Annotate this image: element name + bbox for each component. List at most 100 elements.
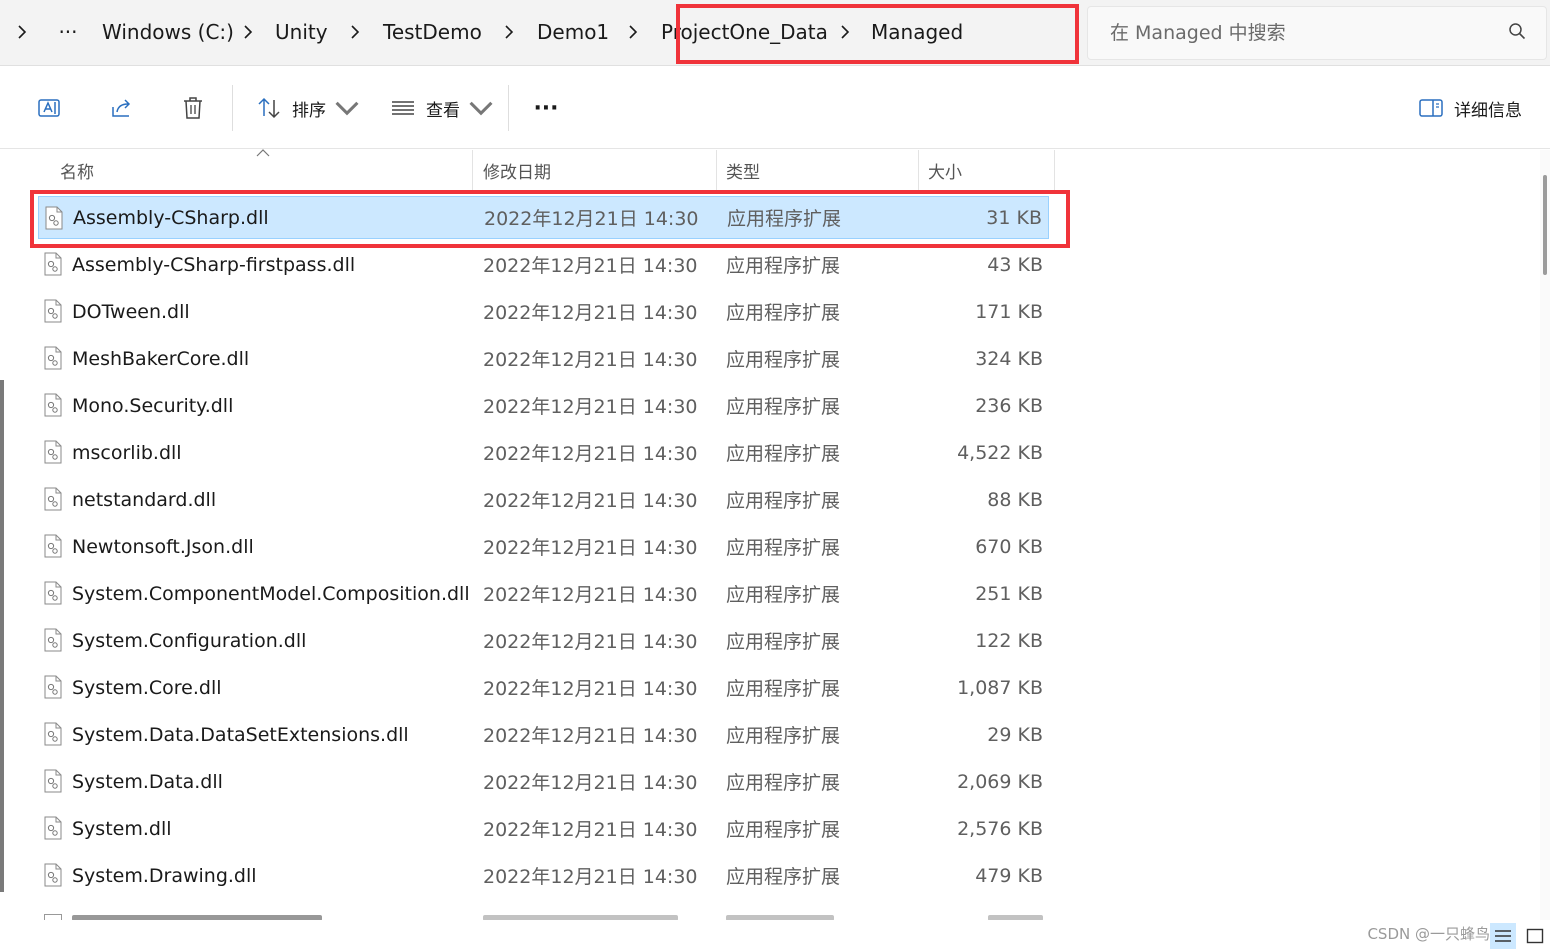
file-row[interactable]: DOTween.dll 2022年12月21日 14:30 应用程序扩展 171 KB — [38, 290, 1049, 333]
share-button[interactable] — [107, 91, 137, 125]
file-type: 应用程序扩展 — [726, 584, 841, 606]
file-name: netstandard.dll — [72, 488, 217, 511]
details-pane-icon — [1419, 99, 1443, 117]
file-type: 应用程序扩展 — [726, 349, 841, 371]
more-options-button[interactable]: ··· — [530, 91, 562, 125]
command-bar: 排序 查看 ··· 详细信息 — [0, 67, 1550, 149]
details-view-icon[interactable] — [1490, 923, 1516, 949]
breadcrumb-item-projectone-data[interactable]: ProjectOne_Data — [655, 20, 828, 44]
chevron-right-icon[interactable] — [825, 25, 865, 39]
breadcrumb-more-button[interactable]: ··· — [44, 20, 92, 44]
partial-row — [0, 912, 1520, 920]
column-divider[interactable] — [472, 150, 473, 190]
file-row[interactable]: MeshBakerCore.dll 2022年12月21日 14:30 应用程序扩展… — [38, 337, 1049, 380]
file-type: 应用程序扩展 — [726, 631, 841, 653]
file-row[interactable]: mscorlib.dll 2022年12月21日 14:30 应用程序扩展 4,522… — [38, 431, 1049, 474]
column-divider[interactable] — [1054, 150, 1055, 190]
file-row[interactable]: System.Drawing.dll 2022年12月21日 14:30 应用程序扩… — [38, 854, 1049, 897]
file-date: 2022年12月21日 14:30 — [483, 443, 698, 465]
breadcrumb-item-testdemo[interactable]: TestDemo — [377, 20, 487, 44]
file-row[interactable]: System.Core.dll 2022年12月21日 14:30 应用程序扩展 1,… — [38, 666, 1049, 709]
chevron-right-icon[interactable] — [227, 25, 269, 39]
file-row[interactable]: System.dll 2022年12月21日 14:30 应用程序扩展 2,576 K… — [38, 807, 1049, 850]
dll-file-icon — [44, 299, 62, 323]
file-name: Mono.Security.dll — [72, 394, 234, 417]
file-name: System.Drawing.dll — [72, 864, 257, 887]
file-name: System.Core.dll — [72, 676, 222, 699]
breadcrumb-item-unity[interactable]: Unity — [269, 20, 333, 44]
column-divider[interactable] — [918, 150, 919, 190]
file-type: 应用程序扩展 — [726, 678, 841, 700]
address-bar: ··· Windows (C:) Unity TestDemo Demo1 Pr… — [0, 0, 1550, 66]
file-row[interactable]: System.Configuration.dll 2022年12月21日 14:3… — [38, 619, 1049, 662]
column-header-size[interactable]: 大小 — [928, 150, 1050, 190]
breadcrumb-item-managed[interactable]: Managed — [865, 20, 975, 44]
chevron-right-icon[interactable] — [333, 25, 377, 39]
dll-file-icon — [44, 581, 62, 605]
chevron-down-icon — [469, 101, 493, 116]
file-date: 2022年12月21日 14:30 — [483, 584, 698, 606]
file-date: 2022年12月21日 14:30 — [483, 490, 698, 512]
column-divider[interactable] — [716, 150, 717, 190]
chevron-right-icon[interactable] — [0, 25, 44, 39]
file-row[interactable]: System.Data.dll 2022年12月21日 14:30 应用程序扩展 2,… — [38, 760, 1049, 803]
dll-file-icon — [44, 769, 62, 793]
file-size: 324 KB — [975, 347, 1043, 370]
file-date: 2022年12月21日 14:30 — [483, 631, 698, 653]
rename-button[interactable] — [34, 91, 64, 125]
details-pane-button[interactable]: 详细信息 — [1418, 91, 1522, 125]
file-row[interactable]: Assembly-CSharp-firstpass.dll 2022年12月21日… — [38, 243, 1049, 286]
search-icon[interactable] — [1508, 22, 1526, 44]
file-name: Newtonsoft.Json.dll — [72, 535, 254, 558]
delete-icon — [184, 97, 202, 119]
toolbar-divider — [232, 85, 233, 131]
delete-button[interactable] — [180, 91, 206, 125]
dll-file-icon — [44, 252, 62, 276]
file-row[interactable]: System.Data.DataSetExtensions.dll 2022年12… — [38, 713, 1049, 756]
file-type: 应用程序扩展 — [726, 302, 841, 324]
file-type: 应用程序扩展 — [726, 537, 841, 559]
file-size: 2,069 KB — [957, 770, 1043, 793]
file-size: 122 KB — [975, 629, 1043, 652]
view-button[interactable]: 查看 — [390, 91, 494, 125]
file-name: Assembly-CSharp.dll — [73, 206, 269, 229]
file-row[interactable]: netstandard.dll 2022年12月21日 14:30 应用程序扩展 88… — [38, 478, 1049, 521]
chevron-right-icon[interactable] — [487, 25, 531, 39]
column-header-type[interactable]: 类型 — [726, 150, 916, 190]
column-header-date[interactable]: 修改日期 — [483, 150, 713, 190]
search-input[interactable] — [1110, 22, 1508, 44]
dll-file-icon — [44, 675, 62, 699]
scrollbar-thumb[interactable] — [1543, 175, 1547, 275]
file-type: 应用程序扩展 — [727, 208, 842, 230]
file-type: 应用程序扩展 — [726, 255, 841, 277]
dll-file-icon — [44, 393, 62, 417]
navigation-pane-edge — [0, 380, 4, 892]
file-row[interactable]: Assembly-CSharp.dll 2022年12月21日 14:30 应用程序… — [38, 196, 1049, 239]
search-box[interactable] — [1087, 6, 1547, 60]
column-header-name[interactable]: 名称 — [60, 150, 470, 190]
sort-button[interactable]: 排序 — [256, 91, 360, 125]
file-type: 应用程序扩展 — [726, 725, 841, 747]
file-row[interactable]: Mono.Security.dll 2022年12月21日 14:30 应用程序扩展… — [38, 384, 1049, 427]
view-icon — [392, 101, 414, 115]
file-date: 2022年12月21日 14:30 — [483, 537, 698, 559]
tiles-view-icon[interactable] — [1522, 923, 1548, 949]
status-bar: CSDN @一只蜂鸟 — [0, 920, 1550, 951]
chevron-right-icon[interactable] — [611, 25, 655, 39]
breadcrumb-item-windows[interactable]: Windows (C:) — [92, 20, 234, 44]
file-size: 479 KB — [975, 864, 1043, 887]
file-type: 应用程序扩展 — [726, 772, 841, 794]
file-name: System.Configuration.dll — [72, 629, 307, 652]
breadcrumb-item-demo1[interactable]: Demo1 — [531, 20, 611, 44]
vertical-scrollbar[interactable] — [1540, 150, 1550, 920]
dll-file-icon — [44, 863, 62, 887]
file-name: System.dll — [72, 817, 172, 840]
file-row[interactable]: Newtonsoft.Json.dll 2022年12月21日 14:30 应用程序… — [38, 525, 1049, 568]
chevron-down-icon — [335, 101, 359, 116]
dll-file-icon — [44, 346, 62, 370]
dll-file-icon — [44, 487, 62, 511]
file-name: System.Data.dll — [72, 770, 223, 793]
file-date: 2022年12月21日 14:30 — [483, 349, 698, 371]
file-row[interactable]: System.ComponentModel.Composition.dll 202… — [38, 572, 1049, 615]
file-date: 2022年12月21日 14:30 — [483, 255, 698, 277]
